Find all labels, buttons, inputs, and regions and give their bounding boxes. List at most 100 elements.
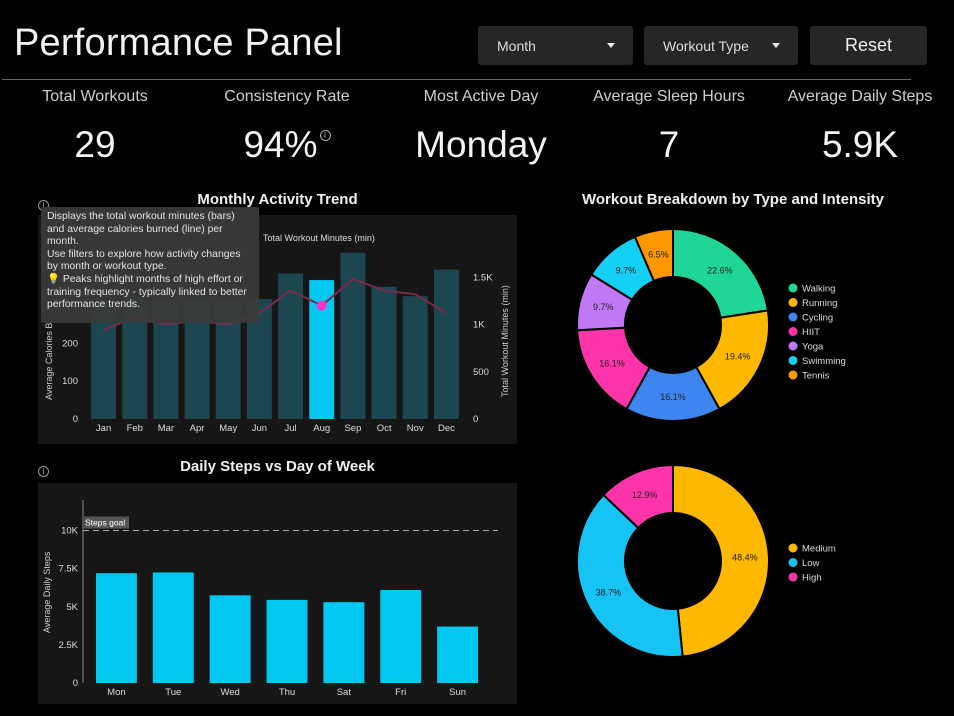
tooltip-line: Use filters to explore how activity chan…	[47, 248, 241, 273]
x-tick-label: Thu	[279, 687, 295, 698]
x-tick-label: Feb	[127, 423, 143, 434]
workout-type-select[interactable]: Workout Type	[644, 26, 798, 65]
legend-swatch	[788, 370, 798, 380]
x-tick-label: Mon	[107, 687, 125, 698]
legend-swatch	[788, 298, 798, 307]
right-axis-label: Total Workout Minutes (min)	[500, 285, 510, 397]
bar-nov[interactable]	[402, 296, 428, 419]
legend-swatch	[788, 558, 798, 567]
legend-label[interactable]: Cycling	[802, 313, 833, 324]
kpi-average-daily-steps: Average Daily Steps 5.9K	[765, 88, 954, 166]
bar-tue[interactable]	[152, 572, 194, 683]
kpi-value: 94% i	[192, 124, 382, 166]
legend-label[interactable]: Walking	[802, 284, 835, 295]
legend-swatch	[788, 341, 798, 351]
x-tick-label: Oct	[377, 423, 392, 434]
legend-label[interactable]: HIIT	[802, 327, 820, 338]
y-tick-label: 10K	[61, 526, 79, 537]
slice-value-label: 9.7%	[593, 302, 614, 312]
workout-breakdown-title: Workout Breakdown by Type and Intensity	[582, 191, 884, 208]
slice-value-label: 48.4%	[732, 552, 758, 562]
legend-label[interactable]: Swimming	[802, 356, 846, 367]
chevron-down-icon	[607, 43, 615, 48]
month-select-label: Month	[497, 37, 536, 54]
workout-type-select-label: Workout Type	[663, 37, 749, 54]
monthly-trend-title: Monthly Activity Trend	[197, 191, 358, 208]
bar-sep[interactable]	[340, 252, 366, 419]
legend-swatch	[788, 356, 798, 365]
tooltip-line: Displays the total workout minutes (bars…	[47, 211, 235, 248]
bar-mon[interactable]	[95, 573, 137, 683]
left-tick-label: 0	[73, 414, 78, 425]
kpi-label: Average Daily Steps	[787, 88, 933, 105]
legend-label[interactable]: Low	[802, 558, 820, 569]
legend-label[interactable]: High	[802, 573, 822, 584]
x-tick-label: Mar	[158, 423, 174, 434]
x-tick-label: Tue	[165, 687, 181, 698]
kpi-label: Consistency Rate	[224, 88, 350, 105]
bar-dec[interactable]	[433, 269, 459, 419]
x-tick-label: Nov	[407, 423, 424, 434]
header-divider	[2, 79, 911, 80]
right-tick-label: 1.5K	[473, 272, 493, 283]
kpi-value: 7	[658, 124, 680, 165]
kpi-value: 29	[74, 124, 116, 165]
y-tick-label: 2.5K	[58, 640, 78, 651]
kpi-label: Most Active Day	[423, 88, 539, 105]
bar-fri[interactable]	[380, 589, 422, 683]
kpi-value: 5.9K	[821, 124, 899, 165]
slice-value-label: 6.5%	[648, 249, 669, 259]
x-tick-label: Dec	[438, 423, 455, 434]
bar-sat[interactable]	[323, 602, 365, 683]
daily-steps-chart[interactable]: Steps goal Mon Tue Wed Thu Sat Fri Sun 0 2.5K 5K…	[38, 483, 517, 704]
info-icon[interactable]: i	[319, 130, 331, 141]
bar-wed[interactable]	[209, 595, 251, 683]
y-tick-label: 5K	[66, 602, 78, 613]
slice-value-label: 12.9%	[632, 490, 658, 500]
kpi-most-active-day: Most Active Day Monday	[386, 88, 576, 166]
bar-oct[interactable]	[371, 286, 397, 419]
intensity-donut[interactable]: 48.4% 38.7% 12.9% Medium Low High	[560, 455, 940, 705]
kpi-value: Monday	[415, 124, 547, 165]
legend-swatch	[788, 572, 798, 582]
x-tick-label: Sun	[449, 687, 466, 698]
x-tick-label: Wed	[220, 687, 239, 698]
y-tick-label: 0	[73, 678, 78, 689]
x-tick-label: Jul	[285, 423, 297, 434]
daily-steps-title: Daily Steps vs Day of Week	[180, 458, 375, 475]
page-title: Performance Panel	[14, 22, 343, 64]
legend-swatch	[788, 543, 798, 553]
x-tick-label: May	[219, 423, 237, 434]
x-tick-label: Jan	[96, 423, 111, 434]
month-select[interactable]: Month	[478, 26, 633, 65]
highlight-point[interactable]	[316, 300, 327, 311]
bar-sun[interactable]	[437, 626, 479, 683]
slice-value-label: 22.6%	[707, 265, 733, 275]
x-tick-label: Apr	[190, 423, 205, 434]
legend-label[interactable]: Running	[802, 298, 837, 309]
legend-swatch	[788, 327, 798, 336]
series-legend-label: Total Workout Minutes (min)	[263, 233, 375, 243]
right-tick-label: 1K	[473, 320, 485, 331]
kpi-consistency-rate: Consistency Rate 94% i	[192, 88, 382, 166]
legend-label[interactable]: Tennis	[802, 371, 830, 382]
right-tick-label: 500	[473, 367, 489, 378]
kpi-total-workouts: Total Workouts 29	[0, 88, 190, 166]
x-tick-label: Fri	[395, 687, 406, 698]
tooltip-line: 💡 Peaks highlight months of high effort …	[47, 273, 247, 311]
slice-value-label: 16.1%	[660, 392, 686, 402]
slice-value-label: 9.7%	[616, 266, 637, 276]
workout-type-donut[interactable]: 22.6% 19.4% 16.1% 16.1% 9.7% 9.7% 6.5% Walking R…	[560, 215, 940, 445]
bar-thu[interactable]	[266, 599, 308, 683]
legend-swatch	[788, 283, 798, 293]
chevron-down-icon	[772, 43, 780, 48]
legend-label[interactable]: Medium	[802, 544, 836, 555]
slice-value-label: 19.4%	[725, 352, 751, 362]
legend-label[interactable]: Yoga	[802, 342, 824, 353]
left-tick-label: 100	[62, 376, 78, 387]
reset-button[interactable]: Reset	[810, 26, 927, 65]
x-tick-label: Jun	[252, 423, 267, 434]
slice-value-label: 16.1%	[599, 358, 625, 368]
x-tick-label: Sat	[337, 687, 352, 698]
y-tick-label: 7.5K	[58, 564, 78, 575]
